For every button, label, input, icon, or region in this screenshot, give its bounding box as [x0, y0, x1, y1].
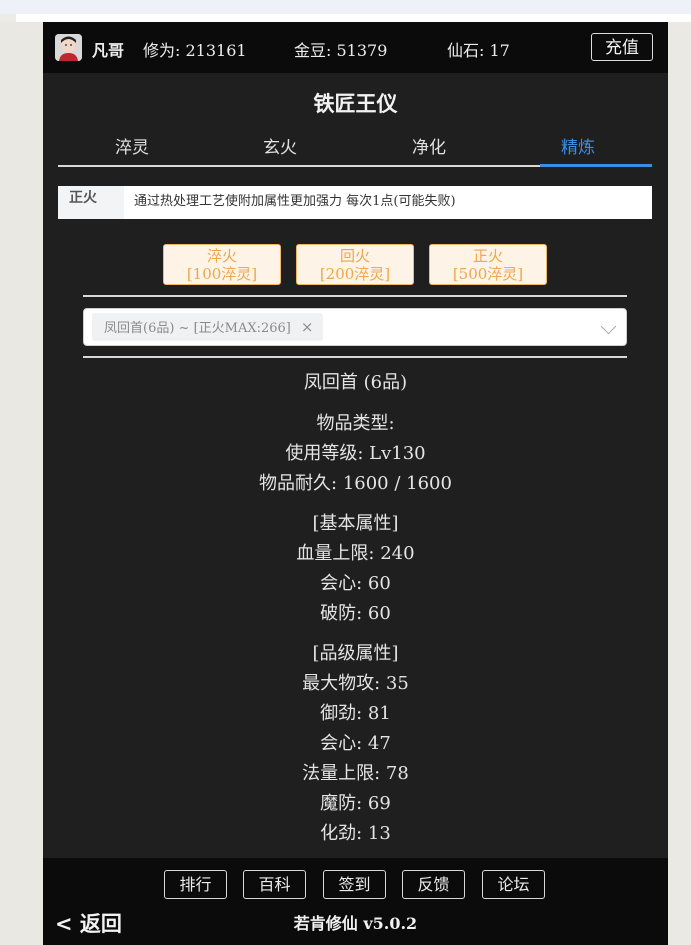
- immortal-stones-value: 仙石: 17: [447, 41, 510, 60]
- temper-button-label: 回火: [339, 247, 370, 265]
- page-title: 铁匠王仪: [313, 91, 398, 116]
- recharge-button[interactable]: 充值: [591, 33, 653, 61]
- quench-button[interactable]: 淬火 [100淬灵]: [163, 244, 281, 285]
- temper-button-cost: [200淬灵]: [319, 265, 391, 283]
- basic-attribute-row: 会心: 60: [320, 573, 391, 594]
- background-right-panel: [668, 22, 691, 945]
- gold-beans-value: 金豆: 51379: [294, 41, 388, 60]
- divider-top: [83, 295, 627, 297]
- tab-cuiling[interactable]: 淬灵: [58, 133, 206, 158]
- tab-jinghua[interactable]: 净化: [355, 133, 503, 158]
- quench-button-label: 淬火: [206, 247, 237, 265]
- forum-button[interactable]: 论坛: [482, 870, 545, 899]
- ranking-button[interactable]: 排行: [164, 870, 227, 899]
- feedback-button[interactable]: 反馈: [402, 870, 465, 899]
- description-box: 正火 通过热处理工艺使附加属性更加强力 每次1点(可能失败): [58, 186, 652, 219]
- normalize-button[interactable]: 正火 [500淬灵]: [429, 244, 547, 285]
- grade-attribute-row: 魔防: 69: [320, 793, 391, 814]
- bottom-bar: 排行 百科 签到 反馈 论坛 < 返回 若肯修仙 v5.0.2: [43, 858, 668, 945]
- item-type: 物品类型:: [316, 413, 395, 434]
- item-name: 凤回首 (6品): [303, 372, 408, 393]
- player-name[interactable]: 凡哥: [92, 37, 124, 61]
- game-app: 凡哥 修为: 213161 金豆: 51379 仙石: 17 充值 铁匠王仪 淬…: [43, 22, 668, 945]
- item-select[interactable]: 凤回首(6品) ~ [正火MAX:266] ×: [83, 308, 627, 346]
- normalize-button-cost: [500淬灵]: [452, 265, 524, 283]
- tab-jinglian[interactable]: 精炼: [504, 133, 652, 158]
- avatar-icon: [55, 34, 82, 61]
- description-text: 通过热处理工艺使附加属性更加强力 每次1点(可能失败): [134, 194, 456, 209]
- app-version: 若肯修仙 v5.0.2: [293, 914, 418, 933]
- item-durability: 物品耐久: 1600 / 1600: [259, 473, 452, 494]
- top-bar: 凡哥 修为: 213161 金豆: 51379 仙石: 17 充值: [43, 22, 668, 73]
- cultivation-value: 修为: 213161: [143, 41, 247, 60]
- checkin-button[interactable]: 签到: [323, 870, 386, 899]
- quench-button-cost: [100淬灵]: [186, 265, 258, 283]
- grade-attributes-header: [品级属性]: [312, 643, 399, 664]
- selected-item-text: 凤回首(6品) ~ [正火MAX:266]: [104, 321, 291, 336]
- normalize-button-label: 正火: [472, 247, 503, 265]
- tag-close-icon[interactable]: ×: [301, 318, 314, 336]
- grade-attribute-row: 最大物攻: 35: [302, 673, 409, 694]
- browser-top-strip: [0, 0, 691, 14]
- temper-button[interactable]: 回火 [200淬灵]: [296, 244, 414, 285]
- avatar[interactable]: [55, 34, 82, 61]
- tab-xuanhuo[interactable]: 玄火: [206, 133, 354, 158]
- grade-attribute-row: 御劲: 81: [320, 703, 391, 724]
- description-label: 正火: [58, 186, 124, 219]
- basic-attributes-header: [基本属性]: [312, 513, 399, 534]
- basic-attribute-row: 血量上限: 240: [296, 543, 415, 564]
- tab-bar: 淬灵 玄火 净化 精炼: [58, 127, 652, 167]
- grade-attribute-row: 法量上限: 78: [302, 763, 409, 784]
- divider-bottom: [83, 356, 627, 358]
- chevron-down-icon[interactable]: [600, 318, 617, 335]
- basic-attribute-row: 破防: 60: [320, 603, 391, 624]
- grade-attribute-row: 会心: 47: [320, 733, 391, 754]
- background-left-panel: [0, 22, 43, 945]
- item-level: 使用等级: Lv130: [285, 443, 426, 464]
- active-tab-indicator: [540, 164, 652, 167]
- selected-item-tag: 凤回首(6品) ~ [正火MAX:266] ×: [92, 313, 324, 341]
- grade-attribute-row: 化劲: 13: [320, 823, 391, 844]
- browser-top-line: [16, 14, 691, 22]
- encyclopedia-button[interactable]: 百科: [243, 870, 306, 899]
